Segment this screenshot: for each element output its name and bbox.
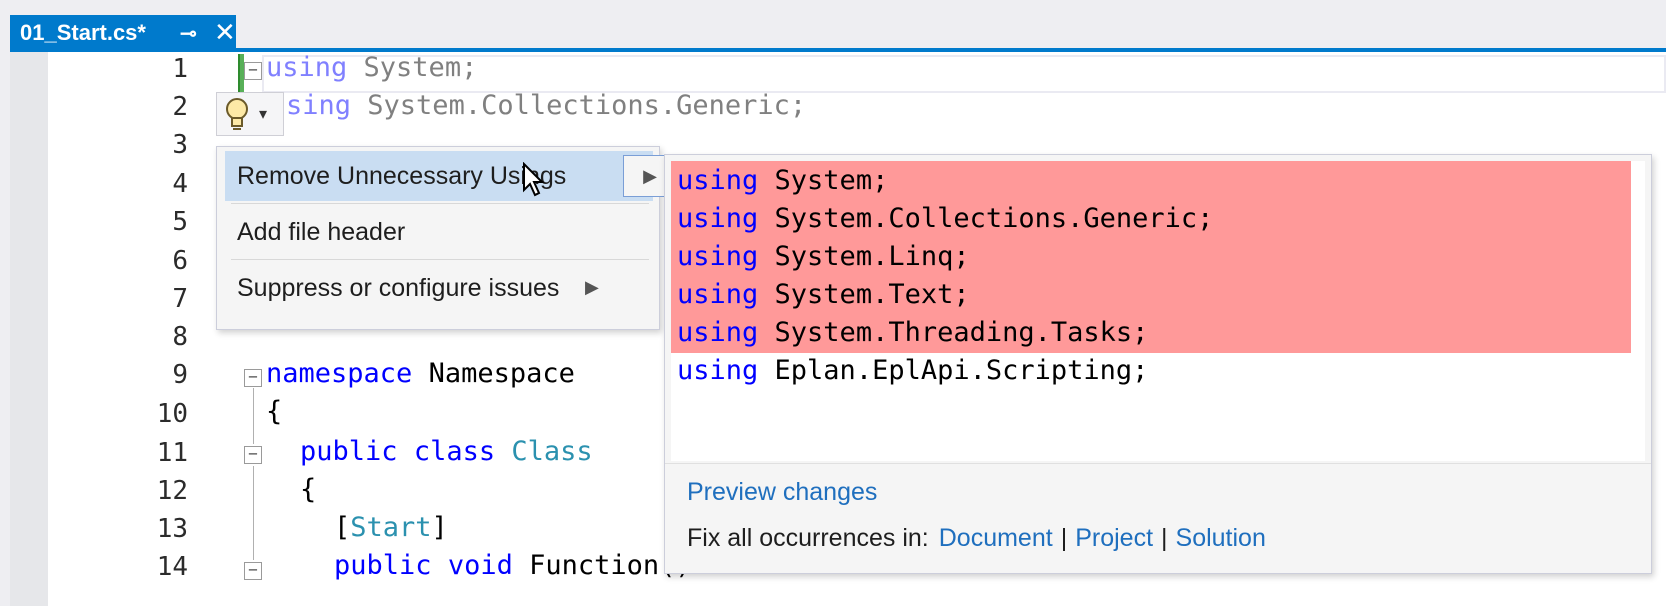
code-line-10: { [266,396,283,427]
menu-item-add-file-header[interactable]: Add file header [225,207,653,257]
line-number: 9 [172,360,188,390]
line-number: 3 [172,130,188,160]
collapse-icon[interactable]: − [244,369,262,387]
fix-all-label: Fix all occurrences in: [687,524,929,552]
code-line-9: namespace Namespace [266,358,575,389]
outline-guide [253,466,254,560]
menu-item-suppress-or-configure-issues[interactable]: Suppress or configure issues ▶ [225,263,653,313]
preview-line: using Eplan.EplApi.Scripting; [677,355,1149,386]
preview-line-removed: using System; [671,161,1631,201]
close-icon[interactable]: ✕ [214,17,236,48]
line-number: 12 [156,476,188,506]
code-line-11: public class Class [300,436,593,467]
preview-line-removed: using System.Threading.Tasks; [671,313,1631,353]
collapse-icon[interactable]: − [244,446,262,464]
menu-item-remove-unnecessary-usings[interactable]: Remove Unnecessary Usings ▶ [225,151,677,201]
editor-left-margin [10,52,48,606]
code-line-12: { [300,474,317,505]
menu-separator [231,203,649,204]
code-line-14: public void Function() [334,550,692,581]
line-number: 7 [172,284,188,314]
line-number: 1 [172,54,188,84]
outline-guide [253,388,254,444]
preview-line-removed: using System.Collections.Generic; [671,199,1631,239]
code-line-2: sing System.Collections.Generic; [286,90,807,121]
line-number: 14 [156,552,188,582]
fix-all-document-link[interactable]: Document [939,524,1053,553]
tab-title: 01_Start.cs* [20,19,146,45]
quick-actions-button[interactable]: ▾ [216,92,284,136]
line-number: 11 [156,438,188,468]
line-number: 5 [172,207,188,237]
mouse-cursor-icon [523,162,545,197]
chevron-down-icon: ▾ [259,106,268,123]
line-number: 2 [172,92,188,122]
menu-separator [231,259,649,260]
preview-line-removed: using System.Linq; [671,237,1631,277]
preview-line-removed: using System.Text; [671,275,1631,315]
scope-separator: | [1060,524,1068,552]
document-tab-strip: 01_Start.cs* ⊸ ✕ [0,0,1666,52]
document-tab[interactable]: 01_Start.cs* ⊸ ✕ [10,15,236,50]
collapse-icon[interactable]: − [244,62,262,80]
code-line-1: using System; [266,52,478,83]
preview-changes-link[interactable]: Preview changes [687,478,877,506]
lightbulb-icon [226,98,248,130]
fix-all-solution-link[interactable]: Solution [1176,524,1266,553]
line-number: 13 [156,514,188,544]
quick-actions-menu: Remove Unnecessary Usings ▶ Add file hea… [216,146,677,330]
code-line-13: [Start] [334,512,448,543]
pin-icon[interactable]: ⊸ [180,21,197,46]
line-number: 4 [172,169,188,199]
scope-separator: | [1161,524,1168,552]
fix-all-project-link[interactable]: Project [1075,524,1153,553]
line-number: 8 [172,322,188,352]
preview-pane: using System; using System.Collections.G… [664,154,1652,574]
line-number: 6 [172,246,188,276]
submenu-arrow-icon: ▶ [585,277,599,297]
line-number: 10 [156,399,188,429]
preview-code: using System; using System.Collections.G… [671,161,1645,461]
collapse-icon[interactable]: − [244,562,262,580]
preview-footer: Preview changes Fix all occurrences in: … [665,463,1651,573]
